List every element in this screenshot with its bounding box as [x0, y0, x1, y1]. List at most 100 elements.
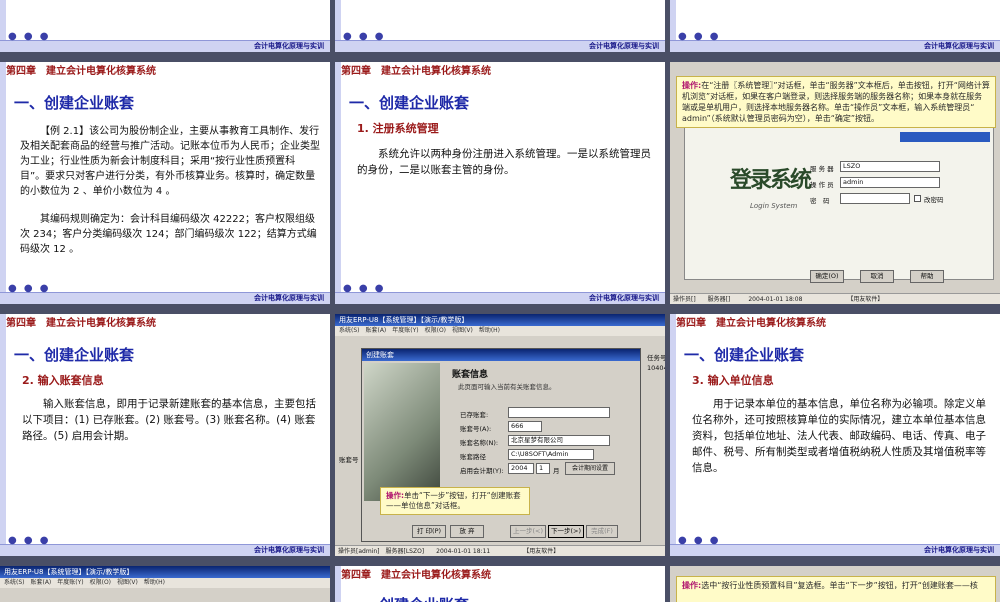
menu-bar[interactable]: 系统(S) 账套(A) 年度账(Y) 权限(O) 视图(V) 帮助(H) — [335, 326, 665, 336]
slide-5[interactable]: 第四章 建立会计电算化核算系统 一、创建企业账套 1. 注册系统管理 系统允许以… — [335, 62, 665, 304]
nav-dots: ● ● ● — [8, 283, 51, 294]
slide-12[interactable]: 操作:选中“按行业性质预置科目”复选框。单击“下一步”按钮，打开“创建账套——核 — [670, 566, 1000, 602]
footer-brand: 会计电算化原理与实训 — [589, 294, 659, 302]
task-value: 104041 — [647, 364, 665, 372]
acct-name-input[interactable]: 北京星梦有限公司 — [508, 435, 610, 446]
note-text: 在“注册〖系统管理〗”对话框，单击“服务器”文本框后，单击按钮，打开“网络计算机… — [682, 81, 990, 123]
menu-bar[interactable]: 系统(S) 账套(A) 年度账(Y) 权限(O) 视图(V) 帮助(H) — [0, 578, 330, 588]
slide-7[interactable]: 第四章 建立会计电算化核算系统 一、创建企业账套 2. 输入账套信息 输入账套信… — [0, 314, 330, 556]
existing-acct-select[interactable] — [508, 407, 610, 418]
task-label: 任务号 — [647, 354, 665, 362]
slide-footer: ● ● ● 会计电算化原理与实训 — [335, 31, 665, 52]
subsection-title: 2. 输入账套信息 — [22, 374, 104, 387]
slide-footer: ● ● ● 会计电算化原理与实训 — [335, 283, 665, 304]
ok-button[interactable]: 确定(O) — [810, 270, 844, 283]
server-label: 服 务 器 — [810, 165, 834, 173]
prev-button[interactable]: 上一步(<) — [510, 525, 546, 538]
month-input[interactable]: 1 — [536, 463, 550, 474]
slide-footer: ● ● ● 会计电算化原理与实训 — [0, 31, 330, 52]
slide-2[interactable]: ● ● ● 会计电算化原理与实训 — [335, 0, 665, 52]
chapter-heading: 第四章 建立会计电算化核算系统 — [6, 318, 156, 329]
operation-note: 操作:单击“下一步”按钮，打开“创建账套——单位信息”对话框。 — [380, 487, 530, 515]
coding-rule-paragraph: 其编码规则确定为：会计科目编码级次 42222；客户权限组级次 234；客户分类… — [20, 214, 317, 255]
slide-1[interactable]: ● ● ● 会计电算化原理与实训 — [0, 0, 330, 52]
dialog-header: 账套信息 — [452, 370, 489, 380]
note-key: 操作: — [386, 491, 404, 500]
section-title: 一、创建企业账套 — [14, 94, 135, 112]
nav-dots: ● ● ● — [8, 31, 51, 42]
status-bar: 操作员[] 服务器[] 2004-01-01 18:08 【用友软件】 — [670, 293, 1000, 304]
change-password-label: 改密码 — [924, 196, 944, 204]
path-input[interactable]: C:\U8SOFT\Admin — [508, 449, 594, 460]
next-button[interactable]: 下一步(>) — [548, 525, 584, 538]
example-paragraph: 【例 2.1】该公司为股份制企业，主要从事教育工具制作、发行及相关配套商品的经营… — [20, 126, 320, 197]
chapter-heading: 第四章 建立会计电算化核算系统 — [6, 66, 156, 77]
operation-note: 操作:在“注册〖系统管理〗”对话框，单击“服务器”文本框后，单击按钮，打开“网络… — [676, 76, 996, 128]
slide-footer: ● ● ● 会计电算化原理与实训 — [0, 535, 330, 556]
slide-footer: ● ● ● 会计电算化原理与实训 — [0, 283, 330, 304]
subsection-title: 3. 输入单位信息 — [692, 374, 774, 387]
help-button[interactable]: 帮助 — [910, 270, 944, 283]
acct-no-input[interactable]: 666 — [508, 421, 542, 432]
footer-brand: 会计电算化原理与实训 — [589, 42, 659, 50]
login-logo: 登录系统 — [730, 167, 812, 193]
body-paragraph: 系统允许以两种身份注册进入系统管理。一是以系统管理员的身份，二是以账套主管的身份… — [357, 148, 651, 176]
slide-11[interactable]: 第四章 建立会计电算化核算系统 一、创建企业账套 — [335, 566, 665, 602]
footer-brand: 会计电算化原理与实训 — [254, 42, 324, 50]
body-paragraph: 输入账套信息，即用于记录新建账套的基本信息，主要包括以下项目：(1) 已存账套。… — [22, 398, 316, 442]
password-label: 密 码 — [810, 197, 830, 205]
slide-frame — [0, 314, 6, 556]
note-text: 单击“下一步”按钮，打开“创建账套——单位信息”对话框。 — [386, 491, 521, 510]
note-key: 操作: — [682, 81, 702, 90]
chapter-heading: 第四章 建立会计电算化核算系统 — [341, 66, 491, 77]
section-title: 一、创建企业账套 — [349, 94, 470, 112]
note-key: 操作: — [682, 581, 702, 590]
login-logo-sub: Login System — [750, 202, 798, 210]
acct-side-label: 账套号 — [339, 456, 359, 464]
body-paragraph: 用于记录本单位的基本信息，单位名称为必输项。除定义单位名称外，还可按照核算单位的… — [692, 398, 986, 474]
create-account-dialog: 创建账套 账套信息 此页面可输入当前有关账套信息。 已存账套: 账套号(A): … — [361, 348, 641, 542]
change-password-checkbox[interactable] — [914, 195, 921, 202]
acct-name-label: 账套名称(N): — [460, 439, 499, 447]
slide-frame — [670, 314, 676, 556]
dialog-header-sub: 此页面可输入当前有关账套信息。 — [458, 383, 556, 391]
dialog-photo — [364, 363, 440, 501]
slide-10[interactable]: 用友ERP-U8【系统管理】【演示/教学版】 系统(S) 账套(A) 年度账(Y… — [0, 566, 330, 602]
slide-frame — [335, 62, 341, 304]
password-input[interactable] — [840, 193, 910, 204]
section-title: 一、创建企业账套 — [684, 346, 805, 364]
slide-8[interactable]: 用友ERP-U8【系统管理】【演示/教学版】 系统(S) 账套(A) 年度账(Y… — [335, 314, 665, 556]
footer-brand: 会计电算化原理与实训 — [924, 42, 994, 50]
footer-brand: 会计电算化原理与实训 — [254, 294, 324, 302]
existing-acct-label: 已存账套: — [460, 411, 489, 419]
operator-input[interactable]: admin — [840, 177, 940, 188]
chapter-heading: 第四章 建立会计电算化核算系统 — [676, 318, 826, 329]
subsection-title: 1. 注册系统管理 — [357, 122, 439, 135]
window-title: 用友ERP-U8【系统管理】【演示/教学版】 — [0, 566, 330, 578]
abandon-button[interactable]: 放 弃 — [450, 525, 484, 538]
note-text: 选中“按行业性质预置科目”复选框。单击“下一步”按钮，打开“创建账套——核 — [701, 581, 978, 590]
print-button[interactable]: 打 印(P) — [412, 525, 446, 538]
cancel-button[interactable]: 取消 — [860, 270, 894, 283]
section-title: 一、创建企业账套 — [14, 346, 135, 364]
operator-label: 操 作 员 — [810, 181, 834, 189]
window-title: 用友ERP-U8【系统管理】【演示/教学版】 — [335, 314, 665, 326]
slide-4[interactable]: 第四章 建立会计电算化核算系统 一、创建企业账套 【例 2.1】该公司为股份制企… — [0, 62, 330, 304]
server-input[interactable]: LSZO — [840, 161, 940, 172]
dialog-title: 创建账套 — [362, 349, 640, 361]
slide-9[interactable]: 第四章 建立会计电算化核算系统 一、创建企业账套 3. 输入单位信息 用于记录本… — [670, 314, 1000, 556]
period-settings-button[interactable]: 会计期间设置 — [565, 462, 615, 475]
status-bar: 操作员[admin] 服务器[LSZO] 2004-01-01 18:11 【用… — [335, 545, 665, 556]
nav-dots: ● ● ● — [8, 535, 51, 546]
year-input[interactable]: 2004 — [508, 463, 534, 474]
nav-dots: ● ● ● — [678, 535, 721, 546]
slide-3[interactable]: ● ● ● 会计电算化原理与实训 — [670, 0, 1000, 52]
nav-dots: ● ● ● — [343, 31, 386, 42]
month-suffix: 月 — [553, 467, 560, 475]
finish-button[interactable]: 完成(F) — [586, 525, 618, 538]
slide-footer: ● ● ● 会计电算化原理与实训 — [670, 535, 1000, 556]
login-banner — [900, 132, 990, 142]
slide-footer: ● ● ● 会计电算化原理与实训 — [670, 31, 1000, 52]
slide-6[interactable]: 登录系统 Login System 服 务 器 LSZO 操 作 员 admin… — [670, 62, 1000, 304]
slide-frame — [0, 62, 6, 304]
